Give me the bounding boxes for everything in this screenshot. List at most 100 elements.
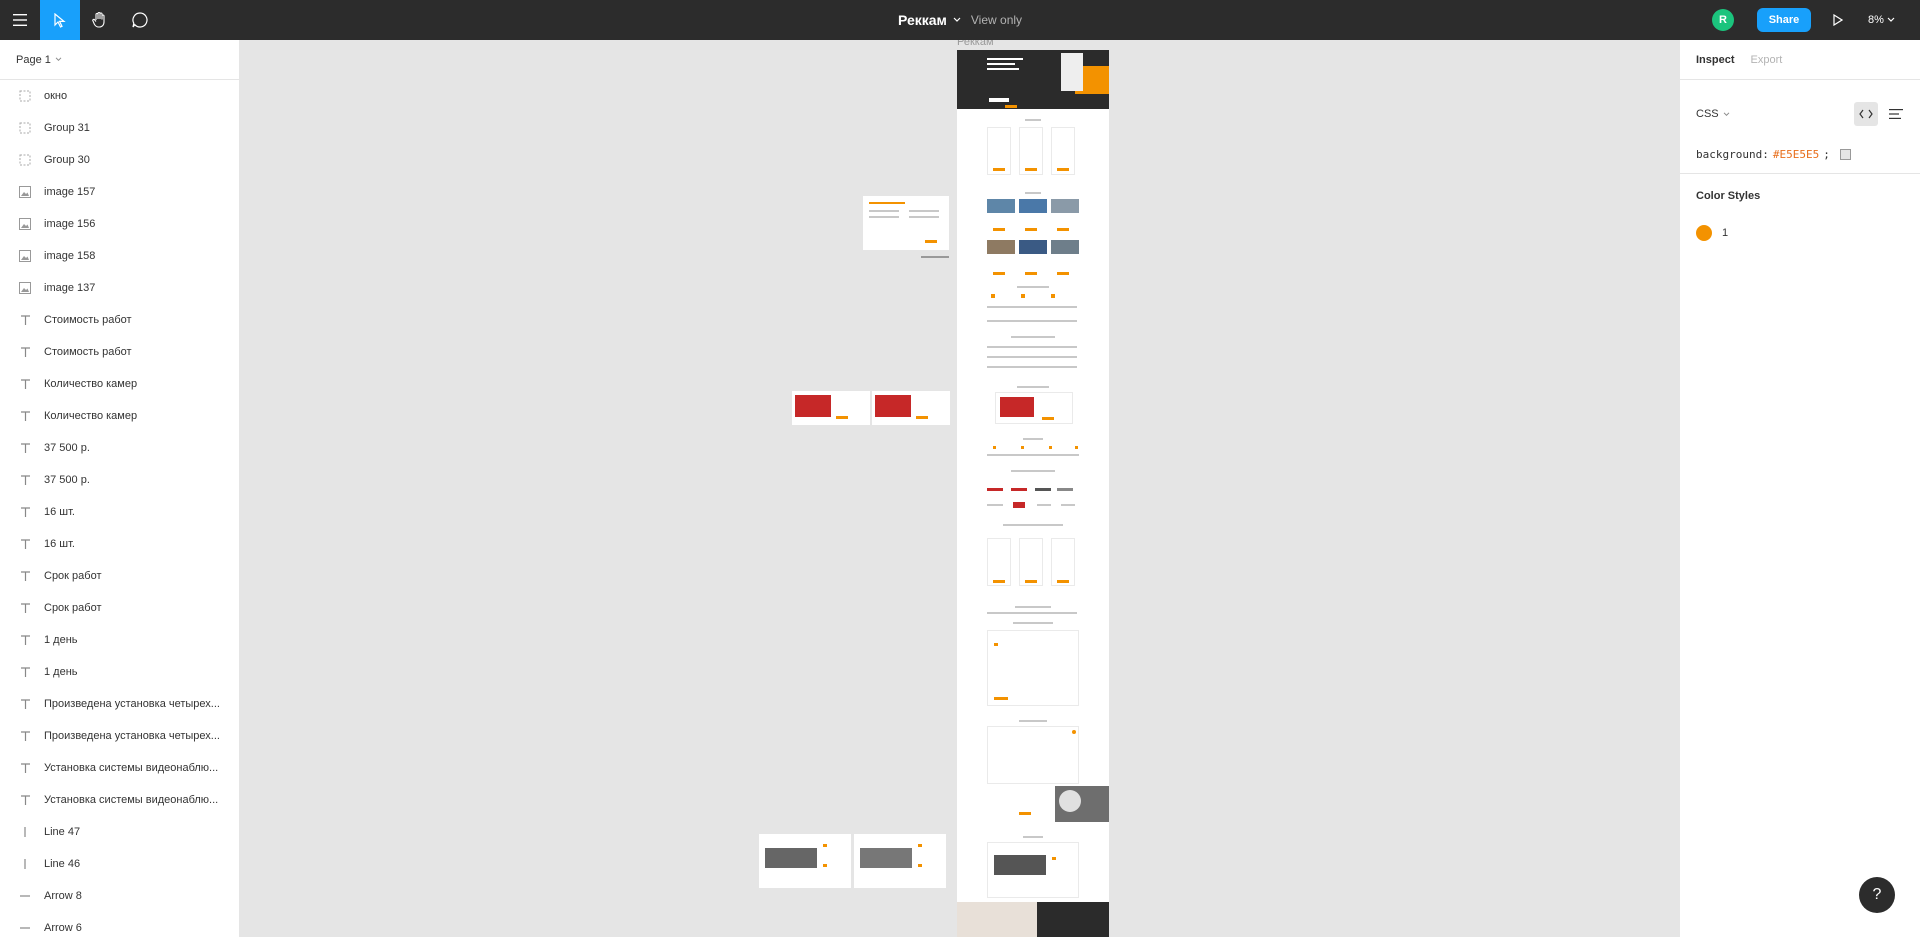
main-menu-button[interactable]	[0, 0, 40, 40]
layer-item[interactable]: 16 шт.	[0, 528, 239, 560]
hand-tool-button[interactable]	[80, 0, 120, 40]
layer-item[interactable]: image 158	[0, 240, 239, 272]
layer-item[interactable]: Arrow 8	[0, 880, 239, 912]
chevron-down-icon[interactable]	[953, 17, 961, 23]
blog-frame-2[interactable]	[854, 834, 946, 888]
layer-label: 37 500 р.	[44, 474, 90, 486]
page-selector[interactable]: Page 1	[0, 40, 239, 80]
layer-item[interactable]: Установка системы видеонаблю...	[0, 752, 239, 784]
layer-label: image 157	[44, 186, 96, 198]
arrow-icon	[18, 889, 32, 903]
layer-label: Количество камер	[44, 410, 138, 422]
layer-item[interactable]: 1 день	[0, 624, 239, 656]
inspect-tabs: Inspect Export	[1680, 40, 1920, 80]
layer-label: 1 день	[44, 634, 78, 646]
divider	[1680, 173, 1920, 174]
layer-item[interactable]: Количество камер	[0, 368, 239, 400]
layer-item[interactable]: Количество камер	[0, 400, 239, 432]
file-name[interactable]: Реккам	[898, 12, 947, 28]
frame-icon	[18, 121, 32, 135]
layer-item[interactable]: 16 шт.	[0, 496, 239, 528]
comment-tool-button[interactable]	[120, 0, 160, 40]
tab-export[interactable]: Export	[1751, 54, 1783, 66]
zoom-menu[interactable]: 8%	[1868, 0, 1895, 40]
layer-item[interactable]: Group 30	[0, 144, 239, 176]
layer-item[interactable]: Срок работ	[0, 560, 239, 592]
layer-label: Срок работ	[44, 602, 102, 614]
layer-item[interactable]: Arrow 6	[0, 912, 239, 937]
layer-label: Установка системы видеонаблю...	[44, 762, 219, 774]
chevron-down-icon	[1887, 17, 1895, 22]
text-icon	[18, 473, 32, 487]
layer-item[interactable]: Произведена установка четырех...	[0, 688, 239, 720]
code-icon	[1859, 109, 1873, 119]
share-button[interactable]: Share	[1757, 8, 1811, 32]
layer-label: Количество камер	[44, 378, 138, 390]
layer-item[interactable]: окно	[0, 80, 239, 112]
text-icon	[18, 409, 32, 423]
text-icon	[18, 537, 32, 551]
layer-item[interactable]: image 137	[0, 272, 239, 304]
layer-item[interactable]: Стоимость работ	[0, 304, 239, 336]
color-style-name: 1	[1722, 227, 1729, 239]
layer-item[interactable]: Group 31	[0, 112, 239, 144]
frame-icon	[18, 89, 32, 103]
code-view-button[interactable]	[1854, 102, 1878, 126]
layer-item[interactable]: 37 500 р.	[0, 432, 239, 464]
layer-item[interactable]: 1 день	[0, 656, 239, 688]
top-toolbar: Реккам View only R Share 8%	[0, 0, 1920, 40]
avatar[interactable]: R	[1712, 9, 1734, 31]
layer-item[interactable]: Стоимость работ	[0, 336, 239, 368]
layer-item[interactable]: image 156	[0, 208, 239, 240]
text-icon	[18, 665, 32, 679]
layer-label: Стоимость работ	[44, 346, 132, 358]
text-icon	[18, 505, 32, 519]
layer-label: Arrow 8	[44, 890, 82, 902]
text-icon	[18, 601, 32, 615]
portfolio-frame-2[interactable]	[872, 391, 950, 425]
design-canvas[interactable]: Реккам	[241, 40, 1679, 937]
layer-label: Line 47	[44, 826, 81, 838]
layer-label: 1 день	[44, 666, 78, 678]
blog-frame-1[interactable]	[759, 834, 851, 888]
text-icon	[18, 345, 32, 359]
text-icon	[18, 569, 32, 583]
popup-frame[interactable]	[863, 196, 949, 250]
text-icon	[18, 441, 32, 455]
layer-label: Group 30	[44, 154, 90, 166]
code-language-label: CSS	[1696, 108, 1719, 120]
layer-item[interactable]: Line 46	[0, 848, 239, 880]
code-language-select[interactable]: CSS	[1696, 108, 1730, 120]
layer-item[interactable]: Срок работ	[0, 592, 239, 624]
list-view-button[interactable]	[1884, 102, 1908, 126]
layer-item[interactable]: Line 47	[0, 816, 239, 848]
layer-label: 37 500 р.	[44, 442, 90, 454]
tab-inspect[interactable]: Inspect	[1696, 54, 1735, 66]
frame-icon	[18, 153, 32, 167]
color-style-item[interactable]: 1	[1696, 225, 1728, 241]
view-mode-label: View only	[970, 13, 1023, 27]
present-button[interactable]	[1818, 0, 1858, 40]
chevron-down-icon	[1723, 111, 1729, 116]
css-value[interactable]: #E5E5E5	[1773, 148, 1819, 161]
layer-list: окно Group 31 Group 30 image 157 image 156 im…	[0, 80, 239, 937]
layer-label: image 137	[44, 282, 96, 294]
portfolio-frame-1[interactable]	[792, 391, 870, 425]
layer-item[interactable]: Установка системы видеонаблю...	[0, 784, 239, 816]
line-icon	[18, 825, 32, 839]
move-tool-button[interactable]	[40, 0, 80, 40]
layer-label: image 156	[44, 218, 96, 230]
layer-item[interactable]: image 157	[0, 176, 239, 208]
cursor-icon	[54, 12, 66, 28]
frame-label[interactable]: Реккам	[957, 40, 994, 48]
layer-item[interactable]: 37 500 р.	[0, 464, 239, 496]
main-frame[interactable]	[957, 50, 1109, 937]
image-icon	[18, 217, 32, 231]
text-icon	[18, 313, 32, 327]
arrow-icon	[18, 921, 32, 935]
help-button[interactable]: ?	[1859, 877, 1895, 913]
text-icon	[18, 761, 32, 775]
layer-label: 16 шт.	[44, 538, 75, 550]
layer-item[interactable]: Произведена установка четырех...	[0, 720, 239, 752]
color-swatch	[1839, 149, 1851, 160]
